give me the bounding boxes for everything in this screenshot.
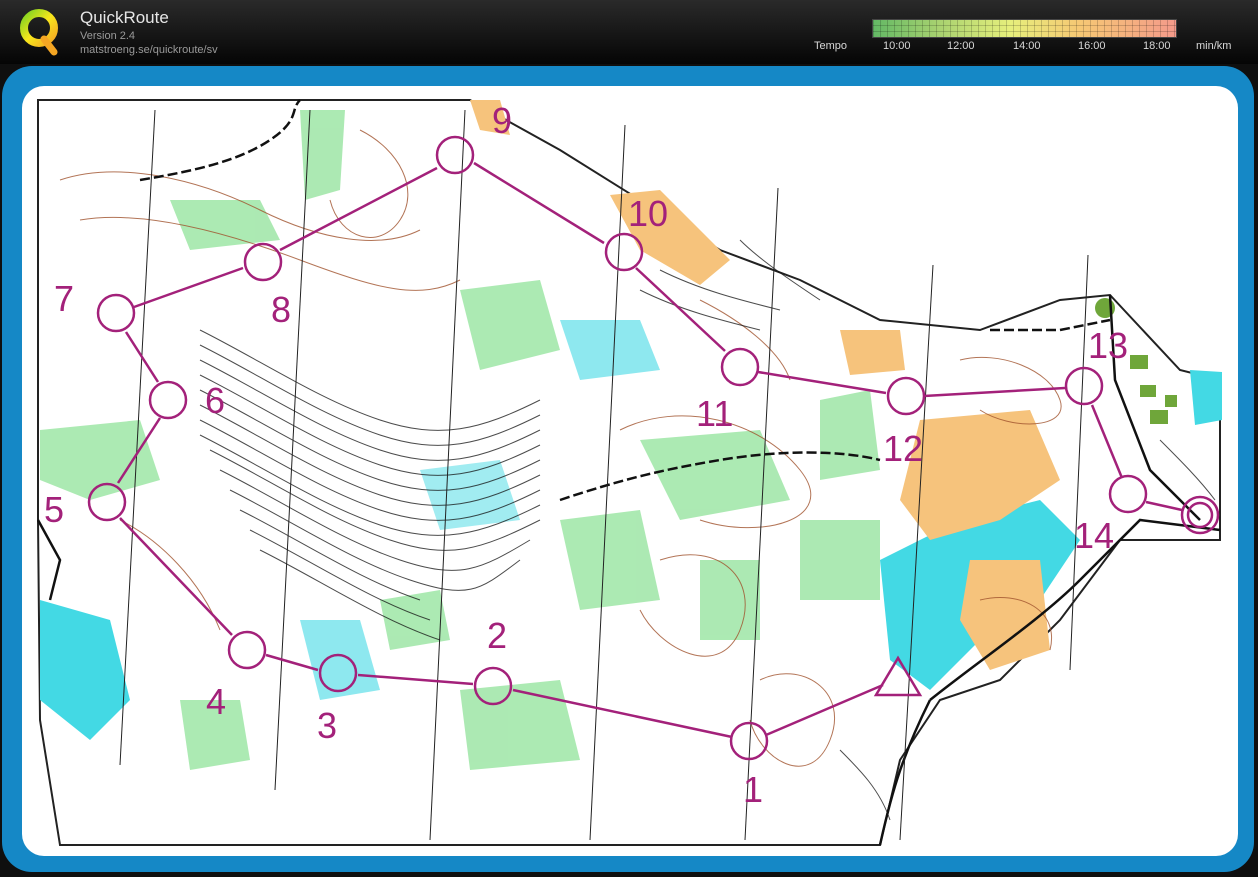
control-number: 3 (317, 705, 337, 746)
control-number: 10 (628, 193, 668, 234)
control-number: 12 (883, 428, 923, 469)
tempo-unit: min/km (1196, 40, 1232, 52)
app-version: Version 2.4 (80, 30, 136, 42)
tempo-scale-bar (872, 19, 1177, 38)
control-number: 1 (743, 769, 763, 810)
app-title: QuickRoute (80, 8, 169, 27)
control-number: 8 (271, 289, 291, 330)
tempo-tick: 14:00 (1013, 40, 1041, 52)
control-number: 14 (1074, 515, 1114, 556)
control-number: 11 (696, 393, 733, 434)
app-header: QuickRoute Version 2.4 matstroeng.se/qui… (0, 0, 1258, 64)
control-number: 2 (487, 615, 507, 656)
tempo-tick: 16:00 (1078, 40, 1106, 52)
quickroute-logo-icon (20, 9, 58, 56)
orienteering-map[interactable]: 1 2 3 4 5 6 7 8 9 10 11 12 13 14 (22, 86, 1238, 856)
tempo-tick: 10:00 (883, 40, 911, 52)
app-url[interactable]: matstroeng.se/quickroute/sv (80, 44, 218, 56)
control-number: 7 (54, 278, 74, 319)
map-panel[interactable]: 1 2 3 4 5 6 7 8 9 10 11 12 13 14 (22, 86, 1238, 856)
control-number: 5 (44, 489, 64, 530)
tempo-tick: 12:00 (947, 40, 975, 52)
tempo-tick: 18:00 (1143, 40, 1171, 52)
control-number: 4 (206, 681, 226, 722)
control-number: 6 (205, 380, 225, 421)
control-number: 9 (492, 100, 512, 141)
control-number: 13 (1088, 325, 1128, 366)
tempo-label: Tempo (814, 40, 848, 52)
